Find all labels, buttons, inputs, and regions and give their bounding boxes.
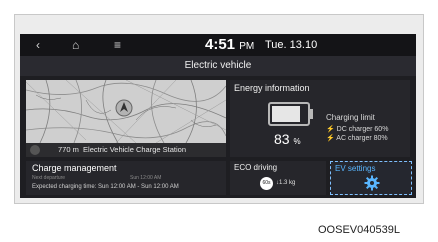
eco-badge: 60s [260, 177, 273, 190]
menu-icon[interactable]: ≡ [114, 37, 121, 53]
eco-driving-panel[interactable]: ECO driving 60s ↓1.3 kg [230, 161, 326, 195]
charging-limit-title: Charging limit [326, 113, 375, 122]
battery-icon [268, 102, 310, 126]
map-panel[interactable]: 770 m Electric Vehicle Charge Station [26, 80, 226, 157]
status-bar: ‹ ⌂ ≡ 4:51 PM Tue. 13.10 [20, 34, 416, 56]
clock-time: 4:51 [205, 36, 236, 53]
clock: 4:51 PM [205, 37, 254, 55]
dc-charger-text: DC charger 60% [336, 126, 389, 133]
dc-charger-limit: ⚡ DC charger 60% [326, 126, 389, 133]
battery-unit: % [293, 137, 301, 146]
ev-settings-title: EV settings [335, 164, 376, 173]
charge-management-title: Charge management [32, 163, 117, 173]
expected-charging-time: Expected charging time: Sun 12:00 AM - S… [32, 184, 179, 190]
date: Tue. 13.10 [265, 39, 318, 51]
back-arrow-icon[interactable]: ‹ [36, 37, 40, 53]
departure-time: Sun 12:00 AM [130, 175, 162, 181]
infotainment-screen: ‹ ⌂ ≡ 4:51 PM Tue. 13.10 Electric vehicl… [20, 34, 416, 198]
next-departure-label: Next departure [32, 175, 66, 181]
energy-information-title: Energy information [234, 83, 310, 93]
map-route-bar: 770 m Electric Vehicle Charge Station [26, 143, 226, 157]
route-destination: Electric Vehicle Charge Station [83, 145, 187, 154]
battery-percentage: 83 % [274, 131, 301, 150]
route-distance: 770 m [58, 145, 79, 154]
eco-driving-title: ECO driving [234, 163, 278, 172]
ev-settings-button[interactable]: EV settings [330, 161, 412, 195]
route-info: 770 m Electric Vehicle Charge Station [58, 145, 186, 155]
ac-charger-text: AC charger 80% [336, 135, 388, 142]
page-title: Electric vehicle [20, 56, 416, 76]
battery-tip [310, 109, 313, 119]
gear-icon [364, 175, 380, 191]
home-icon[interactable]: ⌂ [72, 37, 79, 53]
battery-fill [272, 106, 300, 122]
figure-code: OOSEV040539L [318, 224, 400, 236]
location-pin-icon [30, 145, 40, 155]
eco-value-text: 1.3 kg [279, 180, 296, 186]
clock-ampm: PM [239, 41, 255, 52]
eco-value: ↓1.3 kg [276, 180, 296, 186]
energy-information-panel[interactable]: Energy information 83 % Charging limit ⚡… [230, 80, 410, 157]
battery-value: 83 [274, 131, 290, 147]
ac-charger-limit: ⚡ AC charger 80% [326, 135, 388, 142]
charge-management-panel[interactable]: Charge management Next departure Sun 12:… [26, 161, 226, 195]
